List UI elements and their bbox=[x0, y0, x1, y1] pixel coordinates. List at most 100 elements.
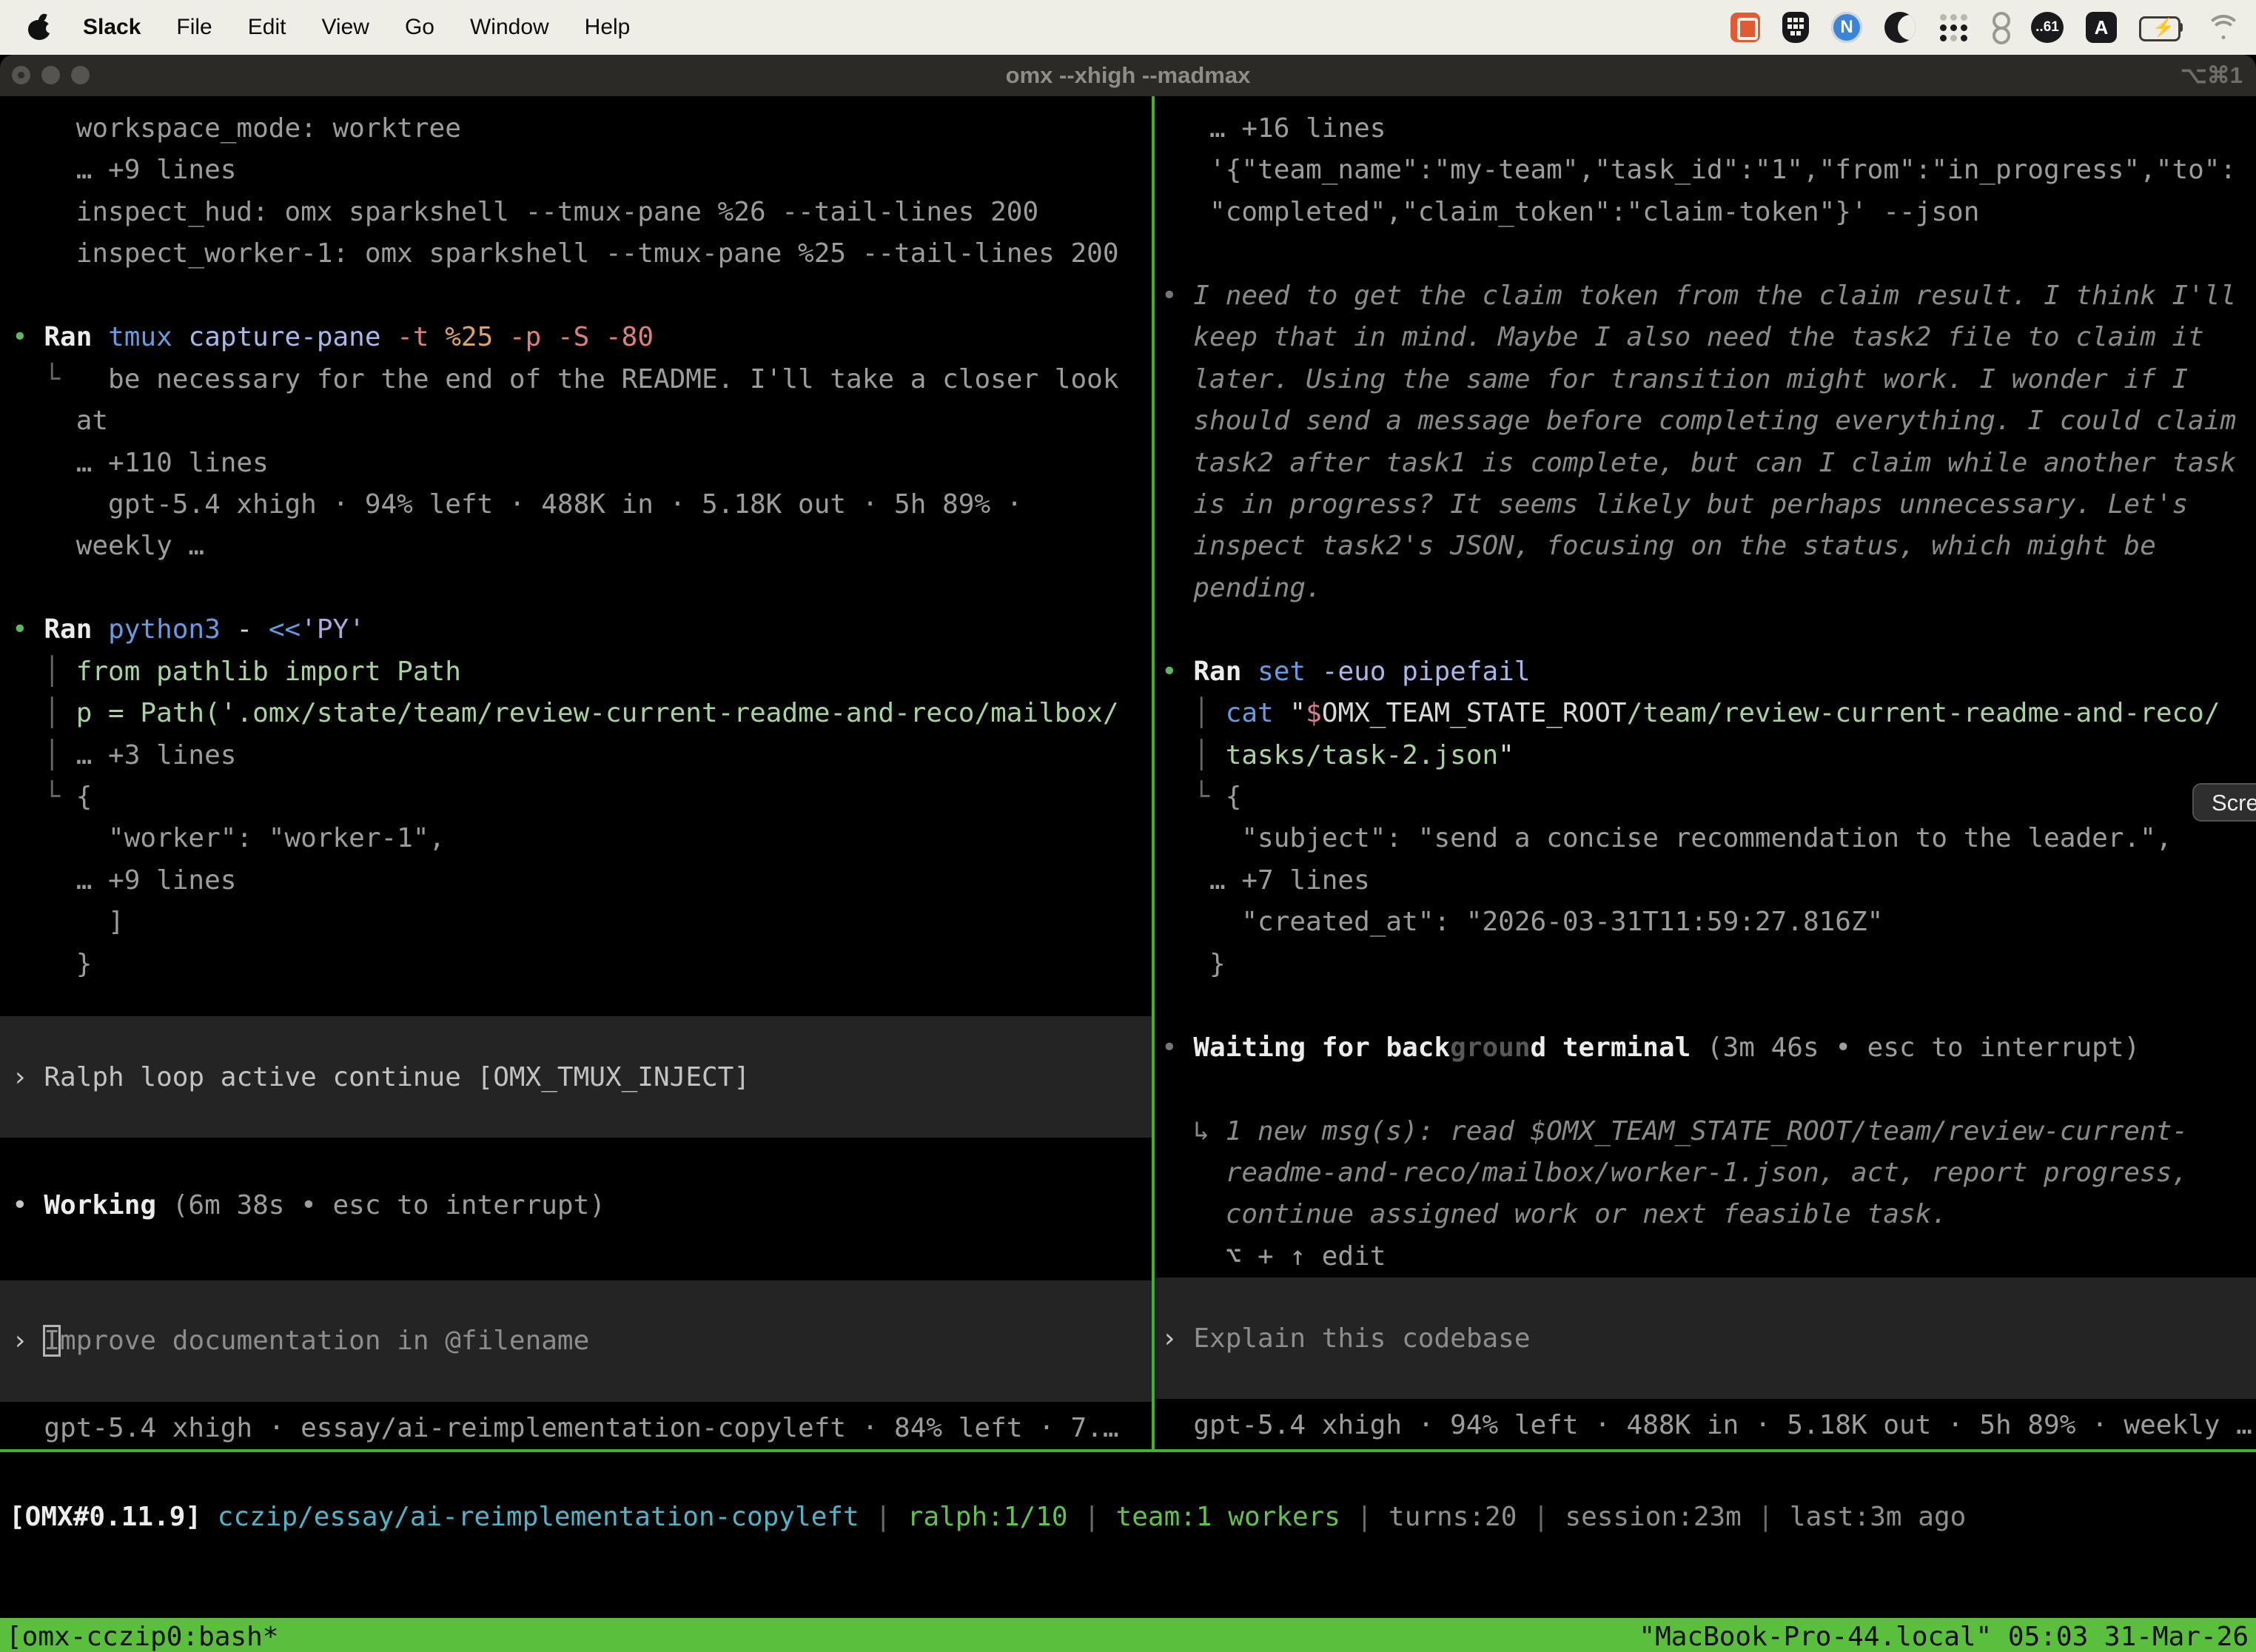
prompt-input[interactable]: › Improve documentation in @filename bbox=[0, 1280, 1152, 1402]
terminal-line: • Ran set -euo pipefail bbox=[1155, 651, 2256, 693]
apple-menu-icon[interactable] bbox=[28, 15, 50, 40]
crescent-icon[interactable] bbox=[1884, 12, 1916, 43]
terminal-line bbox=[1155, 1069, 2256, 1110]
text-segment-think: keep that in mind. Maybe I also need the… bbox=[1161, 322, 2204, 352]
text-segment-out: gpt-5.4 xhigh · 94% left · 488K in · 5.1… bbox=[1161, 1410, 2252, 1440]
prompt-input[interactable]: › Ralph loop active continue [OMX_TMUX_I… bbox=[0, 1016, 1152, 1138]
terminal-line: … +110 lines bbox=[0, 443, 1152, 484]
terminal-line: readme-and-reco/mailbox/worker-1.json, a… bbox=[1155, 1152, 2256, 1194]
text-segment-pink: $ bbox=[1306, 698, 1322, 728]
right-pane: … +16 lines '{"team_name":"my-team","tas… bbox=[1155, 96, 2256, 1449]
prompt-input[interactable]: › Explain this codebase bbox=[1155, 1277, 2256, 1399]
text-segment-con: │ bbox=[12, 698, 60, 728]
terminal-line: "completed","claim_token":"claim-token"}… bbox=[1155, 192, 2256, 233]
terminal-line: … +9 lines bbox=[0, 860, 1152, 901]
text-segment-out: be necessary for the end of the README. … bbox=[60, 364, 1118, 394]
menu-item-window[interactable]: Window bbox=[470, 15, 549, 40]
text-segment-con: │ bbox=[1161, 740, 1209, 770]
battery-icon[interactable]: ⚡ bbox=[2139, 16, 2185, 38]
terminal-line: … +16 lines bbox=[1155, 108, 2256, 150]
menu-item-slack[interactable]: Slack bbox=[83, 15, 141, 40]
menu-item-go[interactable]: Go bbox=[405, 15, 434, 40]
text-segment-out: { bbox=[1209, 782, 1241, 812]
text-segment-blue: set bbox=[1241, 657, 1306, 687]
terminal-line: inspect_worker-1: omx sparkshell --tmux-… bbox=[0, 233, 1152, 275]
text-segment-boldw: Ran bbox=[1193, 657, 1241, 687]
terminal-line bbox=[0, 275, 1152, 317]
terminal-content: workspace_mode: worktree … +9 lines insp… bbox=[0, 96, 2256, 1452]
text-segment-con: │ bbox=[12, 657, 60, 687]
text-segment-bandtext: Ralph loop active continue [OMX_TMUX_INJ… bbox=[44, 1062, 750, 1092]
input-source-icon[interactable]: A bbox=[2086, 12, 2117, 43]
text-segment-out: "worker": "worker-1", bbox=[12, 823, 445, 853]
text-segment-con: └ bbox=[12, 782, 60, 812]
text-segment-sep: | bbox=[1340, 1502, 1389, 1532]
menu-item-help[interactable]: Help bbox=[585, 15, 631, 40]
text-segment-think: pending. bbox=[1161, 573, 1322, 603]
text-segment-out2: last:3m ago bbox=[1790, 1502, 1966, 1532]
text-segment-sgreen: team:1 workers bbox=[1116, 1502, 1340, 1532]
text-segment-sep: | bbox=[1068, 1502, 1116, 1532]
terminal-line: └ be necessary for the end of the README… bbox=[0, 359, 1152, 400]
terminal-line: │ … +3 lines bbox=[0, 735, 1152, 776]
menu-item-view[interactable]: View bbox=[321, 15, 369, 40]
text-segment-out: (3m 46s • esc to interrupt) bbox=[1691, 1032, 2140, 1063]
menu-item-file[interactable]: File bbox=[176, 15, 212, 40]
text-segment-think: readme-and-reco/mailbox/worker-1.json, a… bbox=[1161, 1158, 2188, 1188]
text-segment-out: inspect_worker-1: omx sparkshell --tmux-… bbox=[12, 238, 1119, 269]
menu-bar-status-icons: ..61 A ⚡ bbox=[1730, 10, 2256, 44]
text-segment-out: … +9 lines bbox=[12, 155, 236, 185]
text-segment-out: } bbox=[12, 949, 92, 979]
double-loop-icon[interactable] bbox=[1991, 10, 2009, 44]
text-segment-con: └ bbox=[12, 364, 60, 394]
terminal-line: • Ran python3 - <<'PY' bbox=[0, 609, 1152, 651]
text-segment-out: { bbox=[60, 782, 92, 812]
app-menus: Slack File Edit View Go Window Help bbox=[83, 15, 630, 40]
text-segment-think: I need to get the claim token from the c… bbox=[1193, 281, 2236, 311]
omx-status-line: [OMX#0.11.9] cczip/essay/ai-reimplementa… bbox=[9, 1495, 1966, 1539]
terminal-line: workspace_mode: worktree bbox=[0, 108, 1152, 150]
terminal-line: is in progress? It seems likely but perh… bbox=[1155, 484, 2256, 526]
chat-badge-icon[interactable] bbox=[1730, 13, 1760, 42]
wifi-icon[interactable] bbox=[2207, 15, 2240, 40]
terminal-line: • Waiting for background terminal (3m 46… bbox=[1155, 1027, 2256, 1069]
terminal-line: inspect_hud: omx sparkshell --tmux-pane … bbox=[0, 192, 1152, 233]
text-segment-cyan: cczip/essay/ai-reimplementation-copyleft bbox=[201, 1502, 859, 1532]
text-segment-prompt: › bbox=[12, 1062, 44, 1092]
terminal-gap bbox=[0, 985, 1152, 1016]
blue-badge-icon[interactable] bbox=[1831, 12, 1862, 43]
text-segment-out: "subject": "send a concise recommendatio… bbox=[1161, 823, 2172, 853]
left-pane: workspace_mode: worktree … +9 lines insp… bbox=[0, 96, 1152, 1449]
text-segment-prompt: › bbox=[1161, 1323, 1193, 1354]
count-badge-icon[interactable]: ..61 bbox=[2031, 12, 2064, 43]
dots-grid-icon[interactable] bbox=[1938, 12, 1969, 43]
pane-divider[interactable] bbox=[1152, 96, 1155, 1449]
text-segment-bgreen: • bbox=[12, 322, 44, 352]
terminal-line: … +7 lines bbox=[1155, 860, 2256, 901]
terminal-line bbox=[1155, 985, 2256, 1027]
text-segment-dbullet: • bbox=[1161, 1032, 1193, 1063]
window-titlebar[interactable]: omx --xhigh --madmax ⌥⌘1 bbox=[0, 55, 2256, 96]
menu-item-edit[interactable]: Edit bbox=[248, 15, 286, 40]
text-segment-out: (6m 38s • esc to interrupt) bbox=[156, 1190, 605, 1220]
screen-tooltip: Scre bbox=[2192, 783, 2256, 822]
text-segment-orange: %25 bbox=[429, 322, 494, 352]
text-segment-out: gpt-5.4 xhigh · 94% left · 488K in · 5.1… bbox=[12, 489, 1022, 520]
terminal-line: └ { bbox=[0, 776, 1152, 818]
text-segment-boldw: d terminal bbox=[1531, 1032, 1691, 1063]
text-segment-out: … +16 lines bbox=[1161, 113, 1386, 144]
text-segment-con: │ bbox=[12, 740, 60, 770]
text-segment-con: └ bbox=[1161, 782, 1209, 812]
text-segment-lblue: capture-pane bbox=[172, 322, 381, 352]
terminal-window: omx --xhigh --madmax ⌥⌘1 workspace_mode:… bbox=[0, 55, 2256, 1652]
text-segment-green: tasks/task-2.json bbox=[1209, 740, 1498, 770]
text-segment-think: continue assigned work or next feasible … bbox=[1161, 1199, 1947, 1229]
text-segment-purple: 'PY' bbox=[301, 614, 365, 645]
grid-shield-icon[interactable] bbox=[1782, 12, 1809, 43]
text-segment-red: -p bbox=[493, 322, 541, 352]
text-segment-out2: session:23m bbox=[1565, 1502, 1741, 1532]
text-segment-sgreen: ralph:1/10 bbox=[907, 1502, 1068, 1532]
terminal-line: continue assigned work or next feasible … bbox=[1155, 1194, 2256, 1235]
text-segment-out: inspect_hud: omx sparkshell --tmux-pane … bbox=[12, 197, 1038, 227]
terminal-line: ⌥ + ↑ edit bbox=[1155, 1236, 2256, 1277]
